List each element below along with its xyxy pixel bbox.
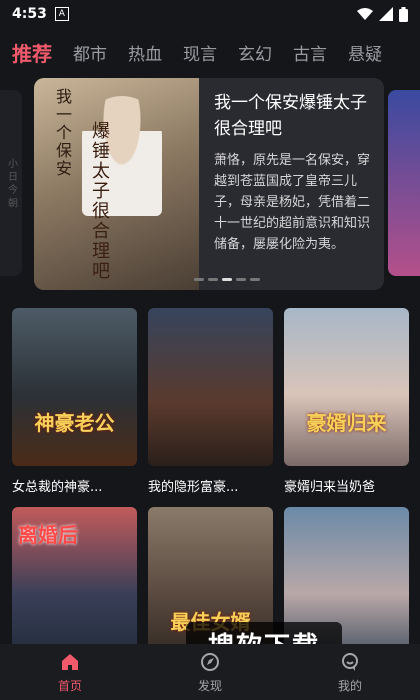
- drama-title: 豪婿归来当奶爸: [284, 480, 376, 495]
- discover-icon: [201, 652, 219, 671]
- drama-title: 女总裁的神豪...: [12, 480, 103, 495]
- drama-cover: 离婚后: [12, 507, 137, 665]
- drama-title: 我的隐形富豪...: [148, 480, 239, 495]
- drama-card[interactable]: 我的隐形富豪...: [148, 308, 273, 495]
- nav-profile-label: 我的: [337, 678, 362, 693]
- tab-action[interactable]: 热血: [128, 40, 162, 65]
- carousel-dot-active: [222, 278, 232, 281]
- notification-icon: A: [54, 7, 69, 21]
- status-bar: 4:53 A: [0, 0, 420, 28]
- category-tabs: 推荐 都市 热血 现言 玄幻 古言 悬疑: [0, 34, 420, 70]
- poster-calligraphy-2: 爆锤太子很合理吧: [92, 121, 110, 282]
- drama-card[interactable]: 神豪老公 女总裁的神豪...: [12, 308, 137, 495]
- banner-description: 萧恪，原先是一名保安，穿越到苍蓝国成了皇帝三儿子，母亲是杨妃，凭借着二十一世纪的…: [214, 153, 371, 252]
- nav-discover[interactable]: 发现: [170, 651, 250, 694]
- nav-home-label: 首页: [57, 678, 82, 693]
- carousel-dot: [194, 278, 204, 281]
- cover-text: 豪婿归来: [306, 411, 387, 435]
- banner-title: 我一个保安爆锤太子很合理吧: [214, 93, 367, 139]
- nav-discover-label: 发现: [197, 678, 222, 693]
- nav-home[interactable]: 首页: [30, 651, 110, 694]
- tab-recommend[interactable]: 推荐: [12, 38, 52, 67]
- drama-cover: [148, 308, 273, 466]
- banner-carousel[interactable]: 小 日 今 朝 我一个保安 爆锤太子很合理吧 我一个保安爆锤太子很合理吧 萧恪，…: [0, 78, 420, 290]
- drama-card[interactable]: 豪婿归来 豪婿归来当奶爸: [284, 308, 409, 495]
- drama-cover: 神豪老公: [12, 308, 137, 466]
- carousel-dot: [236, 278, 246, 281]
- drama-grid: 神豪老公 女总裁的神豪... 我的隐形富豪... 豪婿归来 豪婿归来当奶爸 离婚…: [12, 308, 409, 665]
- banner-peek-left-text: 小 日 今 朝: [5, 158, 17, 208]
- nav-profile[interactable]: 我的: [310, 651, 390, 694]
- banner-poster: 我一个保安 爆锤太子很合理吧: [34, 78, 199, 290]
- profile-icon: [342, 652, 358, 671]
- home-icon: [62, 653, 78, 670]
- tab-mystery[interactable]: 悬疑: [348, 40, 382, 65]
- tab-fantasy[interactable]: 玄幻: [238, 40, 272, 65]
- status-time: 4:53: [12, 6, 47, 22]
- tab-urban[interactable]: 都市: [73, 40, 107, 65]
- signal-icon: [379, 7, 393, 21]
- drama-cover: 豪婿归来: [284, 308, 409, 466]
- carousel-dot: [250, 278, 260, 281]
- tab-ancient-romance[interactable]: 古言: [293, 40, 327, 65]
- carousel-dot: [208, 278, 218, 281]
- banner-card[interactable]: 我一个保安 爆锤太子很合理吧 我一个保安爆锤太子很合理吧 萧恪，原先是一名保安，…: [34, 78, 384, 290]
- drama-card[interactable]: 离婚后: [12, 507, 137, 665]
- cover-text: 离婚后: [18, 523, 78, 547]
- bottom-nav: 首页 发现 我的: [0, 644, 420, 700]
- banner-peek-right[interactable]: [388, 90, 420, 276]
- cover-text: 神豪老公: [34, 411, 115, 435]
- carousel-indicator: [194, 278, 260, 281]
- poster-calligraphy-1: 我一个保安: [56, 87, 73, 178]
- battery-icon: [399, 6, 408, 22]
- banner-peek-left[interactable]: 小 日 今 朝: [0, 90, 22, 276]
- tab-modern-romance[interactable]: 现言: [183, 40, 217, 65]
- wifi-icon: [357, 8, 373, 20]
